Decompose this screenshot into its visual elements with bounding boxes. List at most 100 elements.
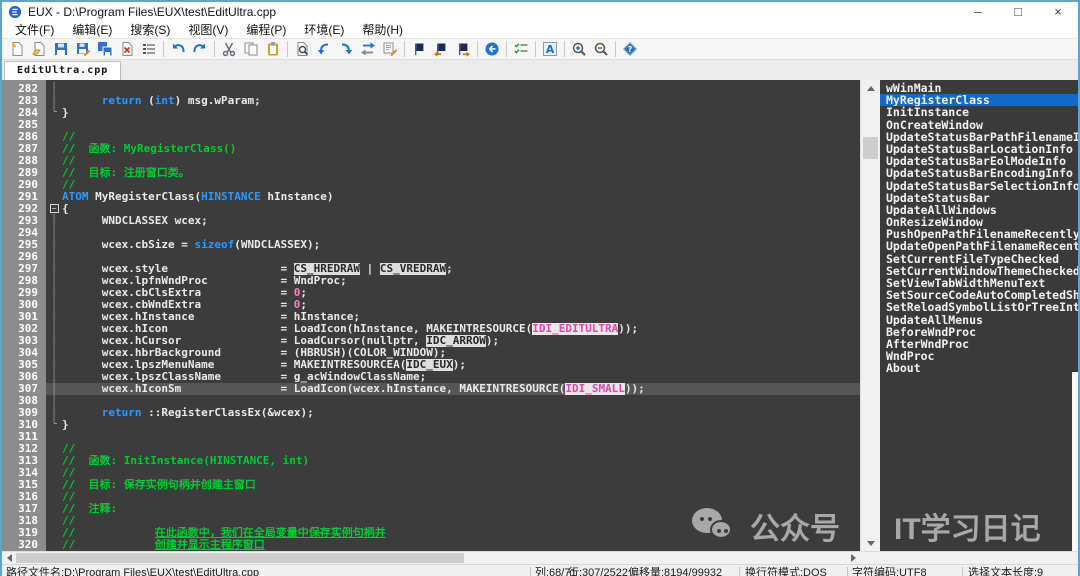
save-all-button[interactable] [94,39,116,59]
code-line-288[interactable]: 288// [2,155,860,167]
code-line-309[interactable]: 309│ return ::RegisterClassEx(&wcex); [2,407,860,419]
paste-button[interactable] [262,39,284,59]
bookmark-next-button[interactable] [452,39,474,59]
close-button[interactable]: × [1038,2,1078,22]
menu-item-2[interactable]: 搜索(S) [121,22,179,38]
code-line-284[interactable]: 284└} [2,107,860,119]
menu-item-4[interactable]: 编程(P) [237,22,295,38]
symbol-item[interactable]: AfterWndProc [884,338,1078,350]
redo-button[interactable] [189,39,211,59]
code-line-289[interactable]: 289// 目标: 注册窗口类。 [2,167,860,179]
bookmark-prev-button[interactable] [430,39,452,59]
symbol-item[interactable]: About [884,362,1078,374]
code-line-283[interactable]: 283│ return (int) msg.wParam; [2,95,860,107]
zoom-out-button[interactable] [590,39,612,59]
code-line-296[interactable]: 296│ [2,251,860,263]
bookmark-toggle-button[interactable] [408,39,430,59]
code-line-298[interactable]: 298│ wcex.lpfnWndProc = WndProc; [2,275,860,287]
symbol-item[interactable]: UpdateOpenPathFilenameRecently [884,240,1078,252]
close-file-button[interactable] [116,39,138,59]
navigate-back-button[interactable] [481,39,503,59]
code-line-292[interactable]: 292−{ [2,203,860,215]
code-line-308[interactable]: 308│ [2,395,860,407]
todo-list-button[interactable] [510,39,532,59]
scroll-down-icon[interactable] [861,535,880,551]
undo-button[interactable] [167,39,189,59]
file-list-button[interactable] [138,39,160,59]
code-line-311[interactable]: 311 [2,431,860,443]
code-editor[interactable]: 282│283│ return (int) msg.wParam;284└}28… [2,80,860,551]
symbol-item[interactable]: UpdateStatusBar [884,192,1078,204]
symbol-item[interactable]: InitInstance [884,106,1078,118]
code-line-306[interactable]: 306│ wcex.lpszClassName = g_acWindowClas… [2,371,860,383]
code-line-310[interactable]: 310└} [2,419,860,431]
vertical-scrollbar[interactable] [860,80,880,551]
zoom-in-button[interactable] [568,39,590,59]
code-line-301[interactable]: 301│ wcex.hInstance = hInstance; [2,311,860,323]
symbol-item[interactable]: UpdateStatusBarSelectionInfo [884,180,1078,192]
about-button[interactable]: ? [619,39,641,59]
symbol-item[interactable]: SetCurrentFileTypeChecked [884,253,1078,265]
code-line-314[interactable]: 314// [2,467,860,479]
symbol-item[interactable]: UpdateStatusBarLocationInfo [884,143,1078,155]
menu-item-5[interactable]: 环境(E) [295,22,353,38]
horizontal-scrollbar[interactable] [2,551,860,564]
scroll-up-icon[interactable] [861,80,880,96]
maximize-button[interactable]: □ [998,2,1038,22]
copy-button[interactable] [240,39,262,59]
code-line-293[interactable]: 293│ WNDCLASSEX wcex; [2,215,860,227]
code-line-319[interactable]: 319// 在此函数中，我们在全局变量中保存实例句柄并 [2,527,860,539]
code-line-299[interactable]: 299│ wcex.cbClsExtra = 0; [2,287,860,299]
code-line-304[interactable]: 304│ wcex.hbrBackground = (HBRUSH)(COLOR… [2,347,860,359]
code-line-320[interactable]: 320// 创建并显示主程序窗口 [2,539,860,551]
new-file-button[interactable] [6,39,28,59]
code-line-305[interactable]: 305│ wcex.lpszMenuName = MAKEINTRESOURCE… [2,359,860,371]
symbol-item-selected[interactable]: MyRegisterClass [880,94,1078,106]
symbol-item[interactable]: SetSourceCodeAutoCompletedShowAf [884,289,1078,301]
code-line-317[interactable]: 317// 注释: [2,503,860,515]
symbol-item[interactable]: OnCreateWindow [884,119,1078,131]
code-line-282[interactable]: 282│ [2,83,860,95]
symbol-item[interactable]: wWinMain [884,82,1078,94]
code-line-290[interactable]: 290// [2,179,860,191]
symbol-item[interactable]: SetViewTabWidthMenuText [884,277,1078,289]
code-line-318[interactable]: 318// [2,515,860,527]
code-line-287[interactable]: 287// 函数: MyRegisterClass() [2,143,860,155]
menu-item-0[interactable]: 文件(F) [6,22,63,38]
save-button[interactable] [50,39,72,59]
symbol-item[interactable]: UpdateAllWindows [884,204,1078,216]
save-as-button[interactable] [72,39,94,59]
code-line-315[interactable]: 315// 目标: 保存实例句柄并创建主窗口 [2,479,860,491]
code-line-295[interactable]: 295│ wcex.cbSize = sizeof(WNDCLASSEX); [2,239,860,251]
code-line-286[interactable]: 286// [2,131,860,143]
code-line-316[interactable]: 316// [2,491,860,503]
symbol-item[interactable]: UpdateAllMenus [884,314,1078,326]
symbol-item[interactable]: OnResizeWindow [884,216,1078,228]
syntax-highlight-button[interactable]: A [539,39,561,59]
replace-button[interactable] [357,39,379,59]
code-line-285[interactable]: 285 [2,119,860,131]
code-line-303[interactable]: 303│ wcex.hCursor = LoadCursor(nullptr, … [2,335,860,347]
code-line-307[interactable]: 307│ wcex.hIconSm = LoadIcon(wcex.hInsta… [2,383,860,395]
tab-editultra-cpp[interactable]: EditUltra.cpp [4,61,121,80]
code-line-291[interactable]: 291ATOM MyRegisterClass(HINSTANCE hInsta… [2,191,860,203]
scroll-right-icon[interactable] [846,552,860,564]
find-button[interactable] [291,39,313,59]
find-next-button[interactable] [335,39,357,59]
symbol-item[interactable]: SetReloadSymbolListOrTreeInterva [884,301,1078,313]
symbol-item[interactable]: BeforeWndProc [884,326,1078,338]
symbol-item[interactable]: SetCurrentWindowThemeChecked [884,265,1078,277]
code-line-302[interactable]: 302│ wcex.hIcon = LoadIcon(hInstance, MA… [2,323,860,335]
symbol-item[interactable]: WndProc [884,350,1078,362]
menu-item-1[interactable]: 编辑(E) [63,22,121,38]
menu-item-6[interactable]: 帮助(H) [353,22,412,38]
code-line-297[interactable]: 297│ wcex.style = CS_HREDRAW | CS_VREDRA… [2,263,860,275]
symbol-item[interactable]: UpdateStatusBarEolModeInfo [884,155,1078,167]
find-prev-button[interactable] [313,39,335,59]
code-line-294[interactable]: 294│ [2,227,860,239]
code-line-313[interactable]: 313// 函数: InitInstance(HINSTANCE, int) [2,455,860,467]
symbol-item[interactable]: UpdateStatusBarEncodingInfo [884,167,1078,179]
minimize-button[interactable]: – [958,2,998,22]
open-file-button[interactable] [28,39,50,59]
code-line-312[interactable]: 312// [2,443,860,455]
